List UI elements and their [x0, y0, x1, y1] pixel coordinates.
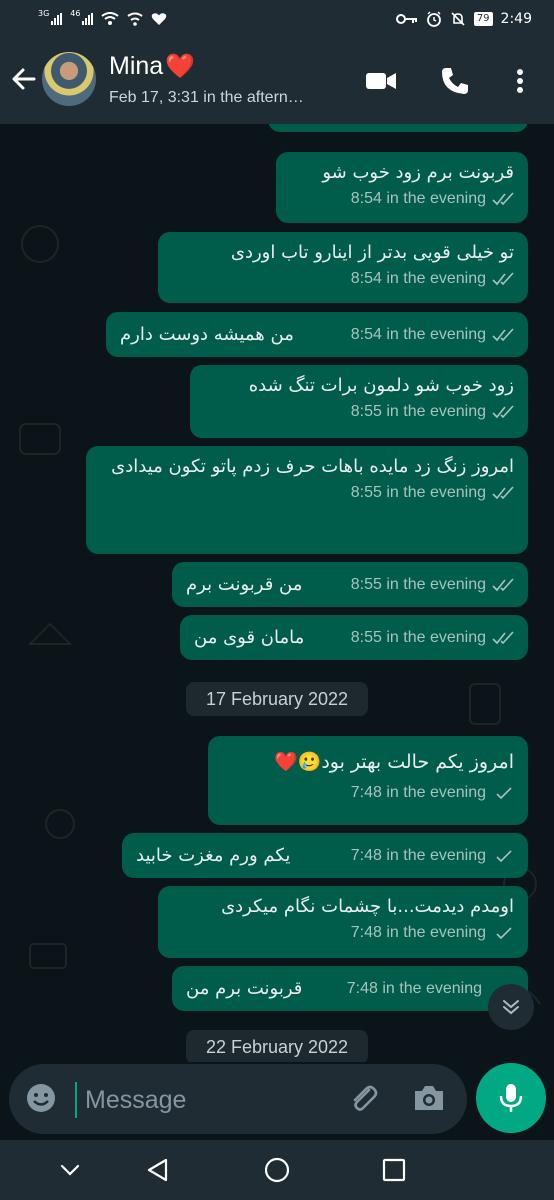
- avatar[interactable]: [42, 52, 96, 106]
- message-text: امروز یکم حالت بهتر بود🥲❤️: [274, 751, 514, 773]
- double-check-icon: [492, 405, 514, 419]
- last-seen-subtitle: Feb 17, 3:31 in the aftern…: [109, 89, 304, 106]
- phone-icon[interactable]: [438, 64, 472, 98]
- message-meta: 8:54 in the evening: [158, 268, 528, 294]
- message-bubble[interactable]: امروز زنگ زد مایده باهات حرف زدم پاتو تک…: [86, 446, 528, 554]
- double-check-icon: [492, 327, 514, 341]
- double-check-icon: [492, 630, 514, 644]
- signal-icon: [51, 13, 63, 25]
- message-meta: 7:48 in the evening: [158, 922, 528, 948]
- message-time: 7:48 in the evening: [350, 924, 486, 941]
- status-left: 3G 46: [38, 9, 167, 26]
- message-text: زود خوب شو دلمون برات تنگ شده: [248, 375, 514, 396]
- message-time: 7:48 in the evening: [346, 979, 482, 997]
- contact-name-text: Mina: [109, 52, 164, 80]
- message-text: امروز زنگ زد مایده باهات حرف زدم پاتو تک…: [111, 456, 514, 477]
- arrow-left-icon[interactable]: [8, 63, 40, 95]
- video-call-icon[interactable]: [364, 64, 398, 98]
- chevron-down-icon[interactable]: [56, 1156, 84, 1184]
- message-time: 8:54 in the evening: [350, 190, 486, 207]
- message-time: 8:55 in the evening: [350, 628, 486, 646]
- message-text: قربونت برم زود خوب شو: [322, 162, 514, 183]
- check-icon: [496, 927, 512, 940]
- wifi-icon: [101, 12, 120, 25]
- camera-icon[interactable]: [411, 1081, 447, 1115]
- message-time: 8:54 in the evening: [350, 270, 486, 287]
- message-text: اومدم دیدمت...با چشمات نگام میکردی: [221, 896, 514, 917]
- network-3g-label: 3G: [38, 9, 50, 18]
- double-check-icon: [492, 192, 514, 206]
- bell-off-icon: [451, 12, 465, 26]
- date-separator: 22 February 2022: [186, 1030, 368, 1062]
- chat-header: Mina ❤️ Feb 17, 3:31 in the aftern…: [0, 38, 554, 124]
- message-bubble[interactable]: تو خیلی قویی بدتر از اینارو تاب اوردی 8:…: [158, 232, 528, 303]
- chat-area[interactable]: قربونت برم زود خوب شو 8:54 in the evenin…: [0, 124, 554, 1062]
- message-composer: [9, 1064, 467, 1134]
- paperclip-icon[interactable]: [347, 1082, 379, 1114]
- double-chevron-down-icon: [503, 1000, 519, 1015]
- message-meta: 8:55 in the evening: [351, 629, 516, 647]
- network-4g-label: 46: [70, 9, 81, 18]
- message-text: یکم ورم مغزت خابید: [136, 844, 291, 866]
- check-icon: [496, 849, 512, 862]
- key-icon: [395, 14, 417, 24]
- double-check-icon: [492, 272, 514, 286]
- message-bubble[interactable]: یکم ورم مغزت خابید 7:48 in the evening: [122, 833, 528, 878]
- status-bar: 3G 46 79 2:49: [0, 0, 554, 38]
- message-text: مامان قوی من: [194, 626, 305, 648]
- message-bubble[interactable]: اومدم دیدمت...با چشمات نگام میکردی 7:48 …: [158, 886, 528, 958]
- system-nav-bar: [0, 1140, 554, 1200]
- date-separator: 17 February 2022: [186, 682, 368, 716]
- message-bubble[interactable]: قربونت برم من 7:48 in the evening: [172, 966, 528, 1011]
- message-time: 8:55 in the evening: [350, 403, 486, 420]
- double-check-icon: [492, 577, 514, 591]
- message-bubble[interactable]: [268, 124, 528, 132]
- message-bubble[interactable]: زود خوب شو دلمون برات تنگ شده 8:55 in th…: [190, 365, 528, 438]
- contact-emoji: ❤️: [165, 53, 196, 80]
- message-meta: 8:55 in the evening: [190, 401, 528, 427]
- message-bubble[interactable]: من همیشه دوست دارم 8:54 in the evening: [106, 312, 528, 357]
- message-time: 8:54 in the evening: [350, 325, 486, 343]
- message-time: 7:48 in the evening: [350, 846, 486, 864]
- message-input[interactable]: [75, 1082, 327, 1118]
- mic-icon: [499, 1084, 523, 1112]
- message-text: من همیشه دوست دارم: [120, 323, 294, 345]
- message-text: من قربونت برم: [186, 573, 303, 595]
- check-icon: [496, 787, 512, 800]
- contact-name[interactable]: Mina ❤️: [109, 52, 195, 81]
- clock-time: 2:49: [500, 11, 532, 27]
- message-text: تو خیلی قویی بدتر از اینارو تاب اوردی: [230, 242, 514, 263]
- battery-icon: 79: [473, 12, 493, 26]
- scroll-down-button[interactable]: [488, 984, 534, 1030]
- home-circle-icon[interactable]: [263, 1156, 291, 1184]
- status-right: 79 2:49: [395, 11, 532, 27]
- message-text: قربونت برم من: [186, 977, 303, 999]
- message-time: 8:55 in the evening: [350, 484, 486, 501]
- message-meta: 8:55 in the evening: [86, 482, 528, 508]
- message-bubble[interactable]: قربونت برم زود خوب شو 8:54 in the evenin…: [276, 152, 528, 223]
- message-meta: 7:48 in the evening: [351, 847, 516, 865]
- signal-icon-2: [82, 13, 94, 25]
- message-bubble[interactable]: مامان قوی من 8:55 in the evening: [180, 615, 528, 660]
- message-meta: 8:55 in the evening: [351, 576, 516, 594]
- mic-button[interactable]: [476, 1063, 546, 1133]
- recents-square-icon[interactable]: [380, 1156, 408, 1184]
- message-meta: 7:48 in the evening: [208, 782, 528, 808]
- wifi-extra-icon: [127, 12, 144, 26]
- heart-icon: [152, 13, 167, 25]
- back-triangle-icon[interactable]: [144, 1156, 172, 1184]
- emoji-icon[interactable]: [25, 1082, 57, 1114]
- message-time: 7:48 in the evening: [350, 784, 486, 801]
- message-time: 8:55 in the evening: [350, 575, 486, 593]
- double-check-icon: [492, 486, 514, 500]
- message-bubble[interactable]: امروز یکم حالت بهتر بود🥲❤️ 7:48 in the e…: [208, 736, 528, 825]
- more-vert-icon[interactable]: [503, 64, 537, 98]
- message-meta: 8:54 in the evening: [351, 326, 516, 344]
- message-meta: 8:54 in the evening: [276, 188, 528, 214]
- message-bubble[interactable]: من قربونت برم 8:55 in the evening: [172, 562, 528, 607]
- alarm-icon: [426, 11, 441, 27]
